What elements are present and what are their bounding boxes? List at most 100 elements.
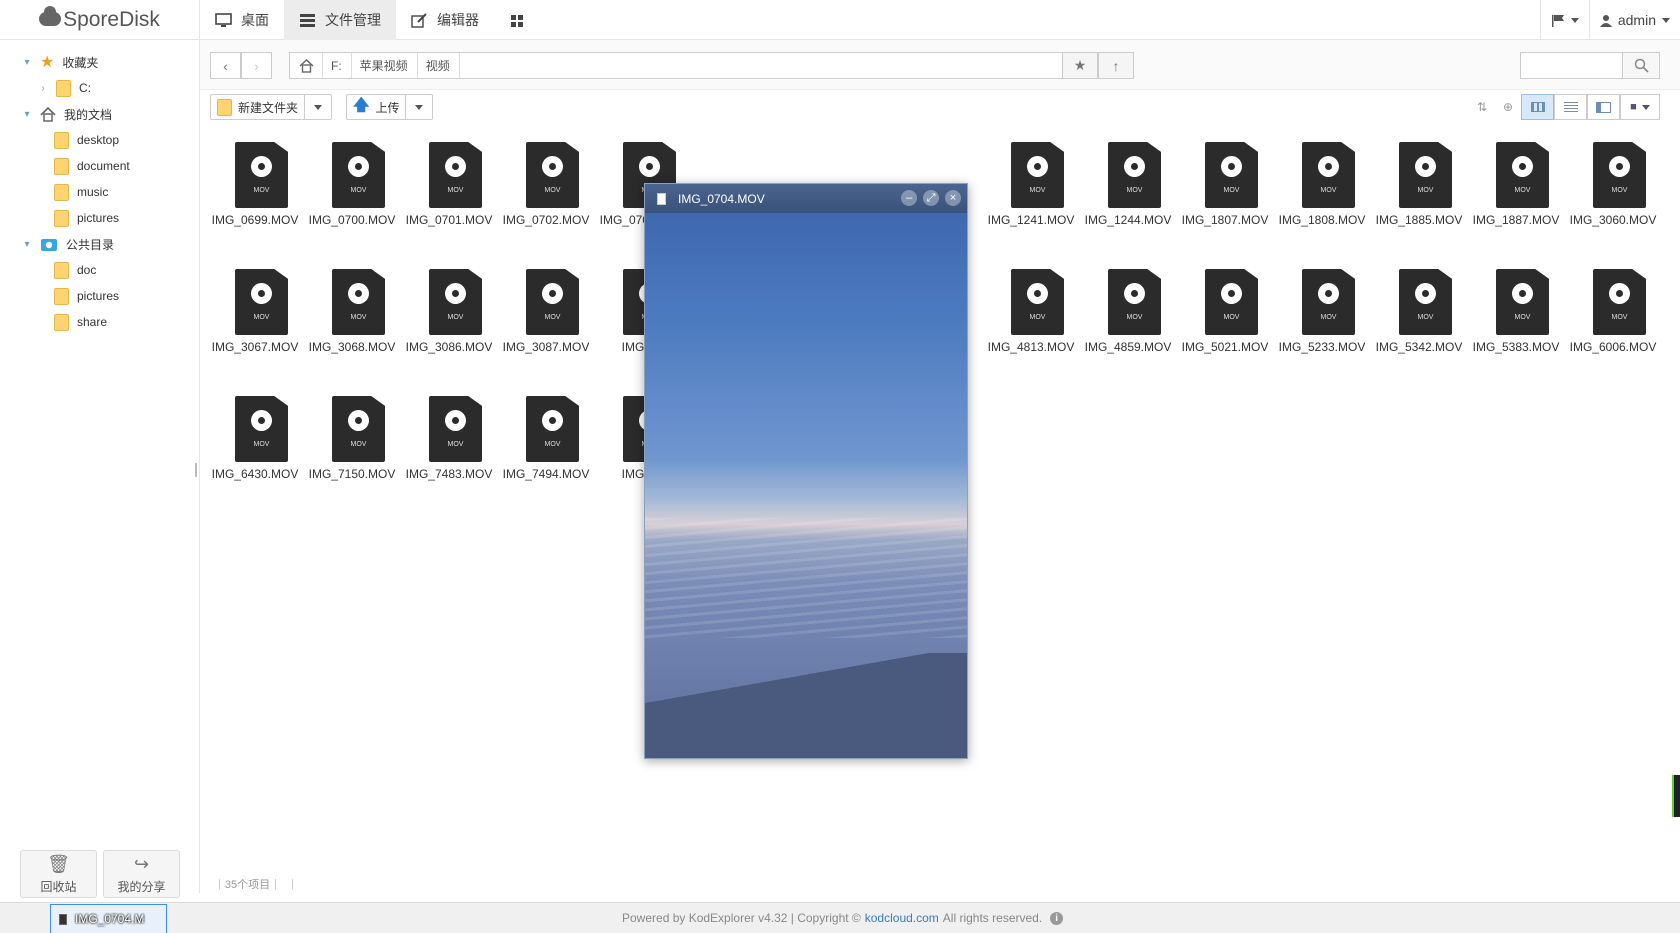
- tree-favorites[interactable]: ▾ ★ 收藏夹: [22, 50, 98, 74]
- tree-item-pictures[interactable]: pictures: [54, 206, 119, 230]
- search-button[interactable]: [1622, 52, 1660, 79]
- file-item[interactable]: MOV IMG_5233.MOV: [1277, 262, 1367, 380]
- home-button[interactable]: [290, 53, 323, 78]
- breadcrumb-item[interactable]: 苹果视频: [352, 53, 418, 78]
- breadcrumb-item[interactable]: 视频: [418, 53, 460, 78]
- file-ext-label: MOV: [1611, 314, 1628, 321]
- tree-item-public-pictures[interactable]: pictures: [54, 284, 119, 308]
- collapse-icon[interactable]: ›: [38, 83, 48, 94]
- nav-apps[interactable]: [494, 0, 541, 40]
- up-level-button[interactable]: ↑: [1098, 52, 1134, 79]
- file-item[interactable]: MOV IMG_7494.MOV: [501, 389, 591, 507]
- tree-item-document[interactable]: document: [54, 154, 130, 178]
- file-item[interactable]: MOV IMG_7483.MOV: [404, 389, 494, 507]
- sort-button[interactable]: ⇅: [1469, 94, 1495, 120]
- new-folder-button[interactable]: 新建文件夹: [211, 95, 306, 119]
- film-reel-icon: [542, 283, 563, 304]
- file-item[interactable]: MOV IMG_6430.MOV: [210, 389, 300, 507]
- my-share-button[interactable]: ↪ 我的分享: [103, 850, 180, 898]
- file-ext-label: MOV: [544, 441, 561, 448]
- file-name: IMG_6006.MOV: [1569, 340, 1657, 354]
- file-item[interactable]: MOV IMG_0699.MOV: [210, 135, 300, 253]
- breadcrumb-item[interactable]: F:: [323, 53, 352, 78]
- language-menu[interactable]: [1539, 0, 1589, 40]
- file-item[interactable]: MOV IMG_1244.MOV: [1083, 135, 1173, 253]
- kodcloud-link[interactable]: kodcloud.com: [865, 911, 939, 925]
- file-item[interactable]: MOV IMG_1807.MOV: [1180, 135, 1270, 253]
- app-logo[interactable]: SporeDisk: [0, 0, 200, 40]
- sidebar-resize-handle[interactable]: [195, 463, 197, 477]
- file-item[interactable]: MOV IMG_0701.MOV: [404, 135, 494, 253]
- video-file-icon: MOV: [1011, 142, 1064, 208]
- split-view-button[interactable]: [1587, 94, 1620, 120]
- maximize-button[interactable]: ⤢: [923, 190, 939, 206]
- file-item[interactable]: MOV IMG_0700.MOV: [307, 135, 397, 253]
- file-name: IMG_5021.MOV: [1181, 340, 1269, 354]
- file-item[interactable]: MOV IMG_1241.MOV: [986, 135, 1076, 253]
- file-item[interactable]: MOV IMG_1808.MOV: [1277, 135, 1367, 253]
- expand-icon[interactable]: ▾: [22, 109, 32, 120]
- tree-item-label: document: [77, 159, 130, 173]
- nav-editor[interactable]: 编辑器: [396, 0, 494, 40]
- minimize-button[interactable]: –: [901, 190, 917, 206]
- upload-button[interactable]: 🡅 上传: [347, 95, 407, 119]
- side-scroll-handle[interactable]: [1672, 775, 1680, 817]
- tree-public-directory[interactable]: ▾ 公共目录: [22, 232, 114, 256]
- file-item[interactable]: MOV IMG_0702.MOV: [501, 135, 591, 253]
- favorite-button[interactable]: ★: [1062, 52, 1098, 79]
- video-frame[interactable]: [645, 213, 967, 758]
- file-item[interactable]: MOV IMG_3067.MOV: [210, 262, 300, 380]
- status-divider: |: [274, 878, 277, 890]
- info-icon[interactable]: i: [1050, 911, 1064, 925]
- forward-button[interactable]: ›: [241, 52, 272, 79]
- tree-item-desktop[interactable]: desktop: [54, 128, 119, 152]
- file-item[interactable]: MOV IMG_3087.MOV: [501, 262, 591, 380]
- upload-button-group: 🡅 上传: [346, 94, 434, 120]
- top-nav: 桌面 文件管理 编辑器: [200, 0, 541, 40]
- upload-dropdown[interactable]: [406, 95, 432, 119]
- film-reel-icon: [445, 283, 466, 304]
- file-item[interactable]: MOV IMG_1887.MOV: [1471, 135, 1561, 253]
- file-item[interactable]: MOV IMG_3060.MOV: [1568, 135, 1658, 253]
- flag-icon: [1551, 14, 1564, 27]
- nav-file-manager[interactable]: 文件管理: [284, 0, 396, 40]
- expand-icon[interactable]: ▾: [22, 239, 32, 250]
- theme-button[interactable]: ■: [1620, 94, 1660, 120]
- tree-item-share[interactable]: share: [54, 310, 107, 334]
- file-item[interactable]: MOV IMG_4813.MOV: [986, 262, 1076, 380]
- file-item[interactable]: MOV IMG_3086.MOV: [404, 262, 494, 380]
- file-item[interactable]: MOV IMG_4859.MOV: [1083, 262, 1173, 380]
- file-item[interactable]: MOV IMG_1885.MOV: [1374, 135, 1464, 253]
- file-ext-label: MOV: [1514, 187, 1531, 194]
- tree-item-music[interactable]: music: [54, 180, 108, 204]
- file-item[interactable]: MOV IMG_5021.MOV: [1180, 262, 1270, 380]
- file-item[interactable]: MOV IMG_5383.MOV: [1471, 262, 1561, 380]
- player-titlebar[interactable]: IMG_0704.MOV – ⤢ ×: [645, 184, 967, 213]
- taskbar-item[interactable]: IMG_0704.M: [50, 904, 167, 933]
- address-bar[interactable]: F: 苹果视频 视频: [289, 52, 1134, 79]
- video-player-window[interactable]: IMG_0704.MOV – ⤢ ×: [644, 183, 968, 759]
- expand-icon[interactable]: ▾: [22, 57, 32, 68]
- tree-my-documents[interactable]: ▾ 我的文档: [22, 102, 112, 126]
- search-input[interactable]: [1520, 52, 1622, 79]
- new-menu-dropdown[interactable]: [305, 95, 331, 119]
- icon-view-button[interactable]: [1521, 94, 1554, 120]
- close-button[interactable]: ×: [945, 190, 961, 206]
- file-item[interactable]: MOV IMG_5342.MOV: [1374, 262, 1464, 380]
- file-name: IMG_4859.MOV: [1084, 340, 1172, 354]
- file-item[interactable]: MOV IMG_6006.MOV: [1568, 262, 1658, 380]
- file-ext-label: MOV: [253, 441, 270, 448]
- zoom-button[interactable]: ⊕: [1495, 94, 1521, 120]
- recycle-bin-button[interactable]: 🗑 回收站: [20, 850, 97, 898]
- file-item[interactable]: MOV IMG_3068.MOV: [307, 262, 397, 380]
- status-divider: |: [218, 878, 221, 890]
- user-menu[interactable]: admin: [1588, 0, 1680, 40]
- file-ext-label: MOV: [350, 187, 367, 194]
- tree-item-doc[interactable]: doc: [54, 258, 96, 282]
- list-view-button[interactable]: [1554, 94, 1587, 120]
- file-item[interactable]: MOV IMG_7150.MOV: [307, 389, 397, 507]
- nav-desktop[interactable]: 桌面: [200, 0, 284, 40]
- tree-item-c[interactable]: › C:: [38, 76, 91, 100]
- video-file-icon: MOV: [235, 396, 288, 462]
- back-button[interactable]: ‹: [210, 52, 241, 79]
